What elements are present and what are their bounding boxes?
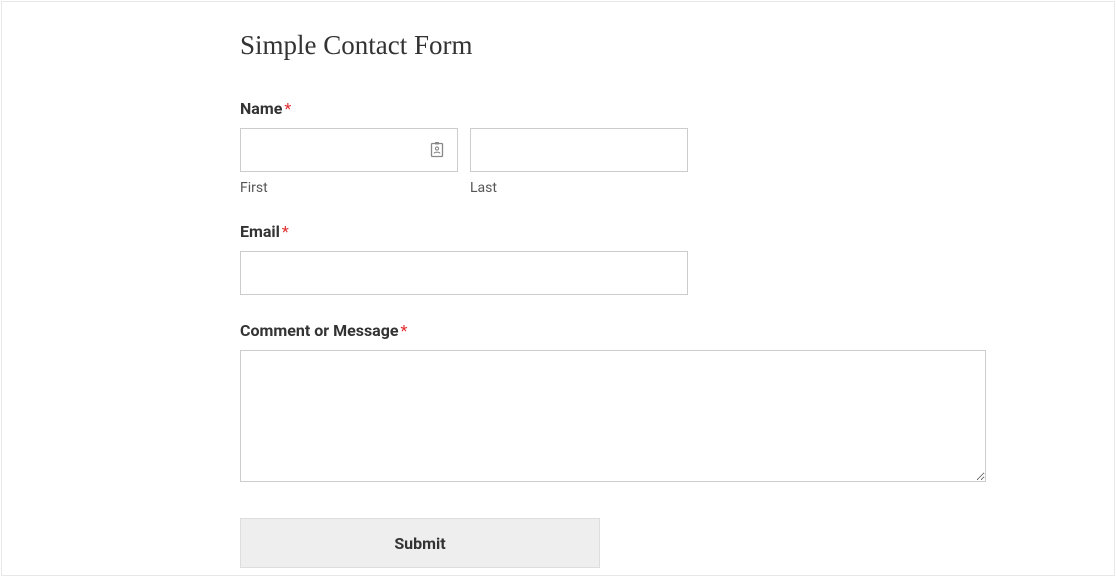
- email-input[interactable]: [240, 251, 688, 295]
- required-mark: *: [282, 222, 289, 241]
- message-textarea[interactable]: [240, 350, 986, 482]
- form-title: Simple Contact Form: [240, 30, 1114, 61]
- contact-form: Simple Contact Form Name*: [2, 2, 1114, 568]
- message-label-text: Comment or Message: [240, 321, 399, 340]
- message-label: Comment or Message*: [240, 321, 1114, 340]
- last-name-sublabel: Last: [470, 180, 688, 196]
- first-name-sublabel: First: [240, 180, 458, 196]
- first-name-wrap: [240, 128, 458, 172]
- last-name-col: Last: [470, 128, 688, 196]
- last-name-input[interactable]: [470, 128, 688, 172]
- name-field-group: Name* Fi: [240, 99, 1114, 196]
- message-field-group: Comment or Message*: [240, 321, 1114, 486]
- name-label-text: Name: [240, 99, 282, 118]
- required-mark: *: [284, 99, 291, 118]
- email-label: Email*: [240, 222, 1114, 241]
- required-mark: *: [401, 321, 408, 340]
- first-name-col: First: [240, 128, 458, 196]
- submit-button[interactable]: Submit: [240, 518, 600, 568]
- email-label-text: Email: [240, 222, 280, 241]
- name-label: Name*: [240, 99, 1114, 118]
- email-field-group: Email*: [240, 222, 1114, 295]
- first-name-input[interactable]: [240, 128, 458, 172]
- name-row: First Last: [240, 128, 1114, 196]
